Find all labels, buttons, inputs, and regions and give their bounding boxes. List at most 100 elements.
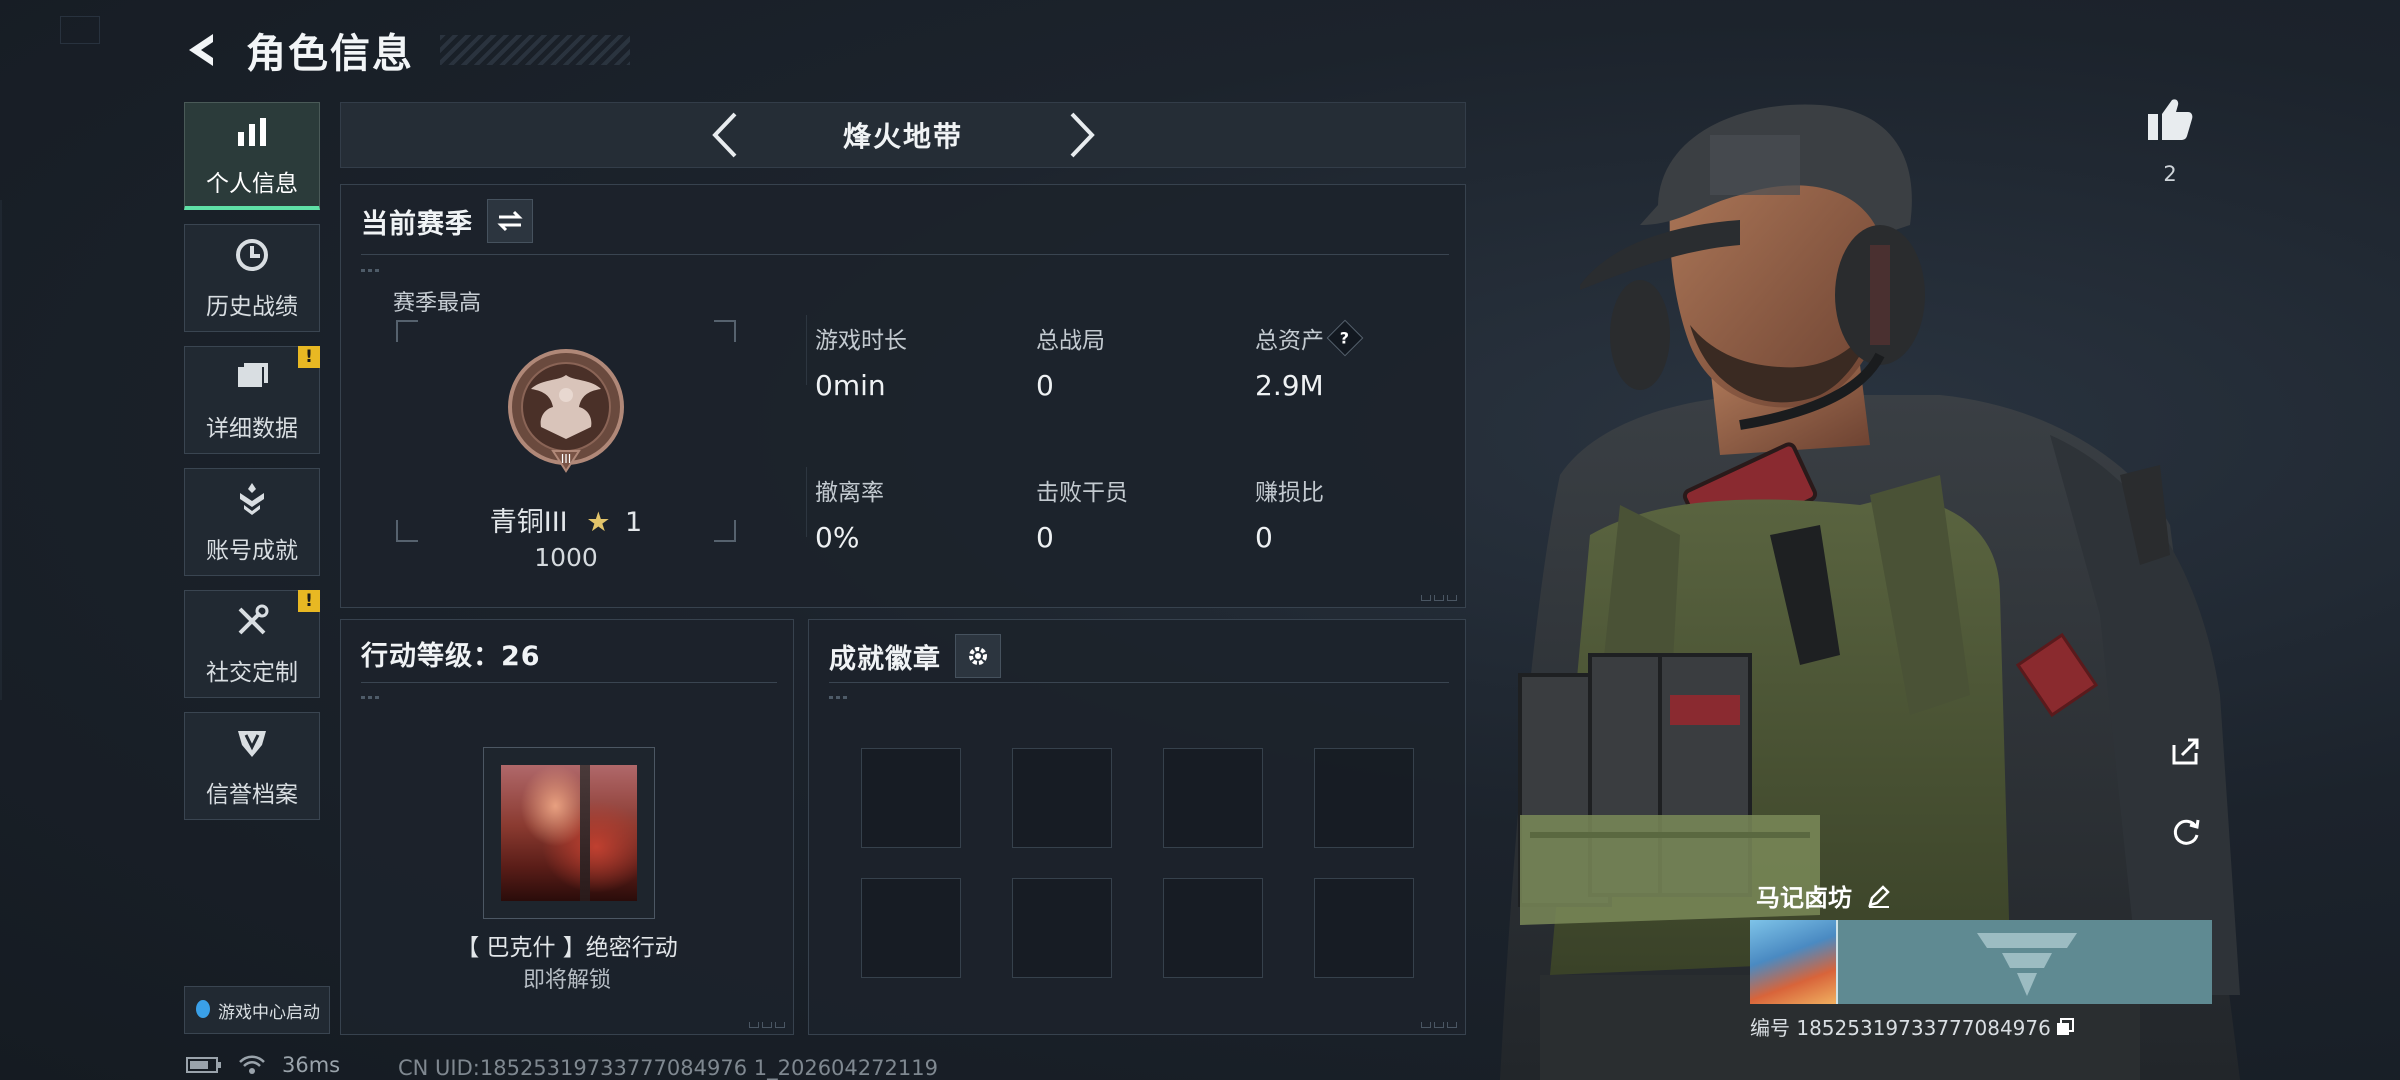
wifi-icon	[239, 1055, 265, 1074]
badge-slot[interactable]	[1012, 748, 1112, 848]
panel-divider	[361, 682, 777, 683]
stat-label: 总战局	[1036, 328, 1105, 354]
stat-total-matches: 总战局 0	[1036, 321, 1105, 402]
faction-emblem-icon	[1977, 933, 2077, 996]
uid-text: CN UID:18525319733777084976 1_2026042721…	[398, 1056, 938, 1080]
sidebar-item-label: 个人信息	[206, 170, 298, 197]
badge-slot[interactable]	[1163, 878, 1263, 978]
sidebar-item-personal-info[interactable]: 个人信息	[184, 102, 320, 210]
sidebar-item-reputation[interactable]: 信誉档案	[184, 712, 320, 820]
action-level-title: 行动等级：26	[361, 641, 541, 672]
sidebar-item-history[interactable]: 历史战绩	[184, 224, 320, 332]
sidebar-item-achievements[interactable]: 账号成就	[184, 468, 320, 576]
season-title: 当前赛季	[361, 208, 473, 240]
stat-label: 撤离率	[815, 480, 884, 506]
ping-value: 36ms	[282, 1053, 341, 1077]
copy-icon[interactable]	[2055, 1017, 2075, 1037]
stat-value: 0%	[815, 521, 860, 554]
share-icon	[2172, 738, 2199, 765]
badges-title: 成就徽章	[829, 643, 941, 675]
prev-mode-arrow-icon[interactable]	[696, 105, 756, 165]
panel-dash	[361, 269, 379, 272]
stat-label: 赚损比	[1255, 480, 1324, 506]
bar-chart-icon	[232, 112, 272, 152]
player-card[interactable]: 马记卤坊 编号 18525319733777084976	[1750, 878, 2212, 1041]
action-level-panel: 行动等级：26 【 巴克什 】绝密行动 即将解锁	[340, 619, 794, 1035]
role-info-screen: 角色信息 个人信息 历史战绩 ! 详细数据 账号成就 ! 社交定制 信誉档案 游…	[0, 0, 2400, 1080]
badges-panel: 成就徽章	[808, 619, 1466, 1035]
battery-icon	[186, 1057, 221, 1073]
action-level-header: 行动等级：26	[361, 634, 541, 673]
title-stripes	[440, 35, 630, 65]
stat-label-row: 总资产 ?	[1255, 319, 1364, 357]
player-name-row: 马记卤坊	[1756, 878, 1892, 913]
deco-line	[0, 200, 2, 700]
badge-slot[interactable]	[1012, 878, 1112, 978]
stat-kills: 击败干员 0	[1036, 473, 1128, 554]
stat-play-time: 游戏时长 0min	[815, 321, 907, 402]
season-panel: 当前赛季 赛季最高 III 青铜III ★ 1 1000 游戏时长 0min 总…	[340, 184, 1466, 608]
deco-frame	[60, 16, 100, 44]
stat-label: 总资产	[1255, 328, 1324, 354]
badge-slot[interactable]	[1163, 748, 1263, 848]
penguin-icon	[196, 1000, 210, 1018]
page-title: 角色信息	[246, 31, 414, 77]
rank-score: 1000	[534, 543, 598, 572]
badge-slot[interactable]	[861, 878, 961, 978]
badge-slot[interactable]	[1314, 748, 1414, 848]
season-best-label: 赛季最高	[393, 291, 482, 316]
game-center-button[interactable]: 游戏中心启动	[184, 986, 330, 1034]
panel-dash	[361, 696, 379, 699]
sidebar-item-label: 信誉档案	[206, 782, 298, 808]
tools-icon	[232, 601, 272, 641]
sidebar-item-detailed-data[interactable]: ! 详细数据	[184, 346, 320, 454]
status-bar: 36ms	[186, 1053, 340, 1077]
achievement-icon	[232, 479, 272, 519]
sidebar: 个人信息 历史战绩 ! 详细数据 账号成就 ! 社交定制 信誉档案	[184, 102, 322, 834]
panel-corner	[749, 1022, 785, 1028]
avatar[interactable]	[1750, 920, 1838, 1004]
gear-icon	[969, 647, 987, 665]
sidebar-item-social[interactable]: ! 社交定制	[184, 590, 320, 698]
page-header: 角色信息	[180, 18, 630, 82]
refresh-button[interactable]	[2163, 808, 2209, 854]
operation-thumbnail-frame[interactable]	[483, 747, 655, 919]
like-button[interactable]: 2	[2142, 96, 2198, 186]
bronze-rank-emblem-icon: III	[508, 349, 624, 473]
stat-profit-ratio: 赚损比 0	[1255, 473, 1324, 554]
stat-value: 2.9M	[1255, 369, 1324, 402]
help-icon[interactable]: ?	[1326, 319, 1364, 357]
stat-value: 0min	[815, 369, 886, 402]
player-card-banner	[1750, 920, 2212, 1004]
sidebar-item-label: 历史战绩	[206, 294, 298, 320]
sidebar-item-label: 账号成就	[206, 538, 298, 564]
like-count: 2	[2163, 162, 2177, 186]
folder-icon	[232, 357, 272, 397]
next-mode-arrow-icon[interactable]	[1051, 105, 1111, 165]
operation-name: 【 巴克什 】绝密行动	[456, 935, 678, 961]
clock-icon	[232, 235, 272, 275]
share-button[interactable]	[2163, 728, 2209, 774]
panel-divider	[361, 254, 1449, 255]
game-center-label: 游戏中心启动	[218, 1002, 320, 1023]
thumbs-up-icon	[2148, 99, 2193, 140]
player-id-row: 编号 18525319733777084976	[1750, 1012, 2075, 1041]
badge-slot[interactable]	[861, 748, 961, 848]
rank-stars: 1	[625, 507, 643, 538]
badges-header: 成就徽章	[829, 634, 1001, 678]
player-name: 马记卤坊	[1756, 884, 1852, 912]
edit-pencil-icon[interactable]	[1866, 883, 1892, 909]
badge-slot[interactable]	[1314, 878, 1414, 978]
mode-title: 烽火地带	[842, 120, 963, 153]
stat-value: 0	[1255, 521, 1273, 554]
rotate-icon	[2173, 819, 2200, 845]
panel-divider	[829, 682, 1449, 683]
operation-thumbnail	[501, 765, 637, 901]
switch-season-button[interactable]	[487, 199, 533, 243]
back-arrow-icon[interactable]	[180, 27, 226, 73]
swap-icon	[497, 210, 523, 232]
panel-dash	[829, 696, 847, 699]
shield-icon	[232, 723, 272, 763]
badge-settings-button[interactable]	[955, 634, 1001, 678]
svg-text:III: III	[561, 452, 572, 466]
